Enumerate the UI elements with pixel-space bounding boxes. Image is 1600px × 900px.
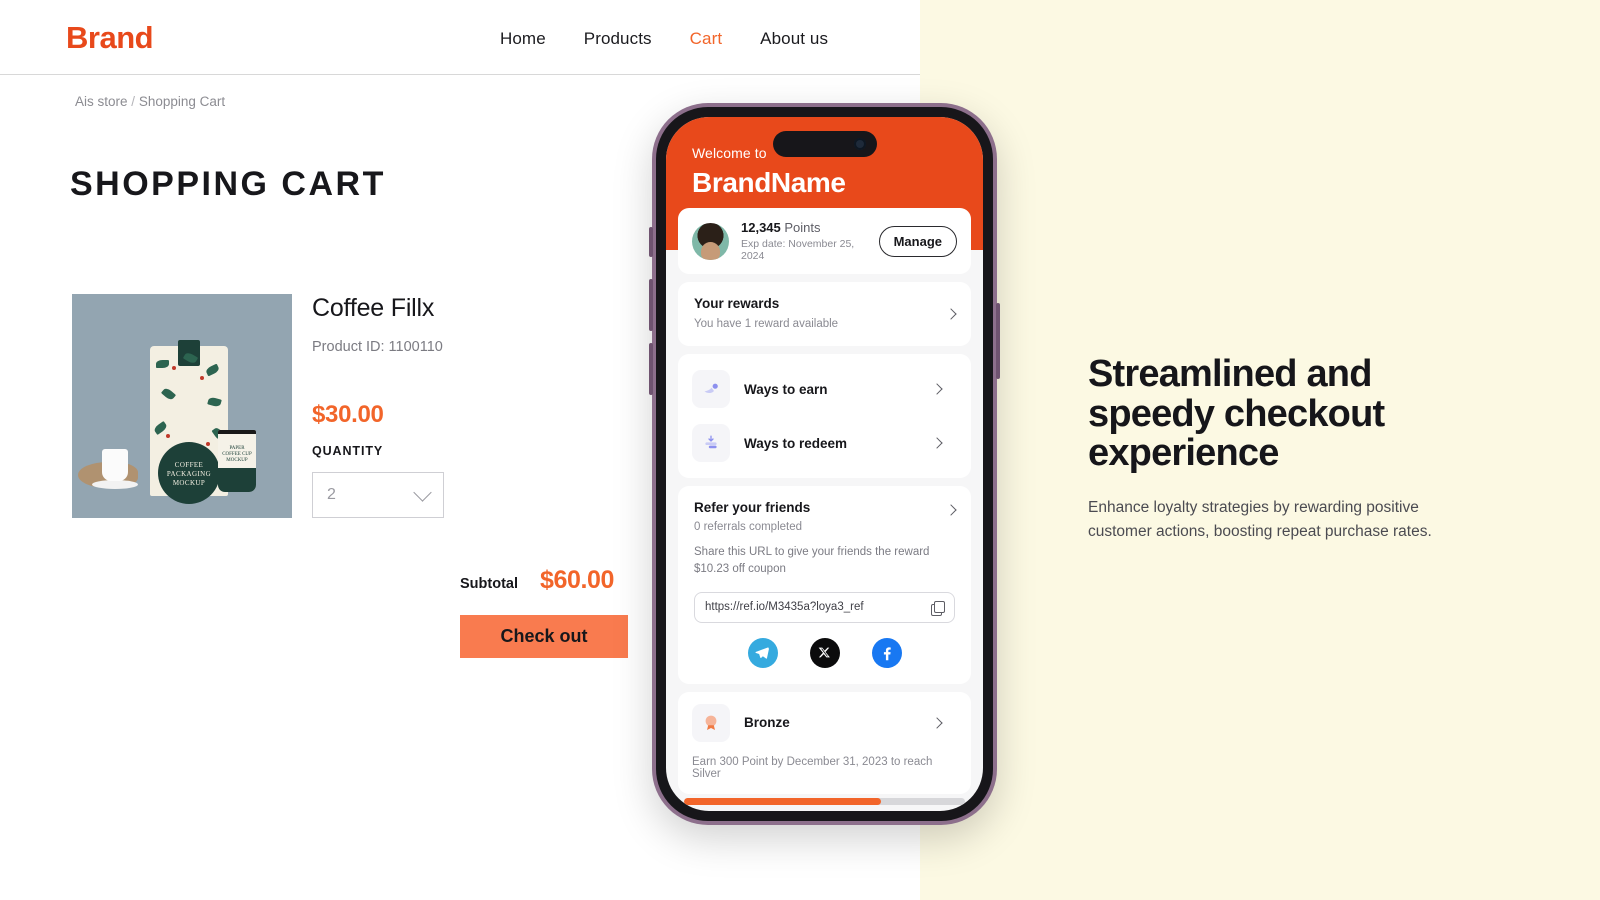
- product-image-label: COFFEE PACKAGING MOCKUP: [158, 442, 220, 504]
- page-root: Streamlined and speedy checkout experien…: [0, 0, 1600, 900]
- breadcrumb-current: Shopping Cart: [138, 94, 226, 109]
- product-image-paper-cup: PAPER COFFEE CUP MOCKUP: [218, 430, 256, 492]
- phone-mockup: Welcome to BrandName 12,345 Points Exp d…: [649, 103, 1000, 825]
- checkout-button[interactable]: Check out: [460, 615, 628, 658]
- phone-volume-up-button[interactable]: [649, 279, 653, 331]
- refer-subtitle: 0 referrals completed: [694, 521, 803, 533]
- bronze-badge-icon: [692, 703, 730, 742]
- tier-label: Bronze: [744, 715, 790, 730]
- subtotal-row: Subtotal $60.00: [460, 566, 628, 595]
- referral-url-field[interactable]: https://ref.io/M3435a?loya3_ref: [694, 591, 955, 623]
- product-image-saucer: [92, 480, 138, 489]
- order-summary: Subtotal $60.00 Check out: [460, 566, 628, 658]
- points-text: 12,345 Points Exp date: November 25, 202…: [741, 220, 867, 262]
- app-brand-name: BrandName: [692, 167, 846, 198]
- phone-power-button[interactable]: [996, 303, 1000, 379]
- tier-progress-bar: [684, 798, 965, 805]
- earn-icon: [692, 370, 730, 408]
- brand-logo[interactable]: Brand: [66, 20, 154, 56]
- phone-screen: Welcome to BrandName 12,345 Points Exp d…: [666, 117, 983, 811]
- social-share-row: [694, 637, 955, 668]
- tier-card: Bronze Earn 300 Point by December 31, 20…: [678, 691, 971, 794]
- phone-bezel: Welcome to BrandName 12,345 Points Exp d…: [656, 107, 993, 821]
- subtotal-label: Subtotal: [460, 576, 518, 592]
- tier-progress-fill: [684, 798, 881, 805]
- points-amount-row: 12,345 Points: [741, 220, 867, 235]
- front-camera-icon: [853, 138, 866, 150]
- main-nav: Home Products Cart About us: [500, 29, 828, 49]
- telegram-icon[interactable]: [747, 637, 778, 668]
- ways-to-earn-label: Ways to earn: [744, 381, 828, 397]
- chevron-right-icon: [931, 437, 943, 449]
- points-expiry: Exp date: November 25, 2024: [741, 238, 855, 262]
- subtotal-value: $60.00: [540, 566, 615, 594]
- product-image-bag: COFFEE PACKAGING MOCKUP: [150, 340, 228, 504]
- top-navigation-bar: Brand Home Products Cart About us: [0, 0, 920, 75]
- chevron-right-icon: [931, 716, 943, 729]
- x-twitter-icon[interactable]: [809, 637, 840, 668]
- points-amount: 12,345: [741, 220, 781, 235]
- page-title: SHOPPING CART: [70, 165, 386, 203]
- ways-card: Ways to earn Ways to redeem: [678, 354, 971, 478]
- refer-friends-card: Refer your friends 0 referrals completed…: [678, 486, 971, 684]
- breadcrumb: Ais store / Shopping Cart: [75, 94, 225, 109]
- ways-to-redeem-label: Ways to redeem: [744, 435, 848, 451]
- product-image-espresso-cup: [102, 449, 128, 481]
- phone-silent-switch[interactable]: [649, 227, 653, 257]
- nav-item-products[interactable]: Products: [584, 29, 652, 49]
- quantity-select[interactable]: 2: [312, 472, 444, 518]
- facebook-icon[interactable]: [871, 637, 902, 668]
- referral-url-value: https://ref.io/M3435a?loya3_ref: [705, 601, 864, 613]
- manage-button[interactable]: Manage: [878, 225, 957, 257]
- your-rewards-subtitle: You have 1 reward available: [694, 318, 839, 330]
- chevron-right-icon: [931, 383, 943, 395]
- product-image: COFFEE PACKAGING MOCKUP PAPER COFFEE CUP…: [72, 294, 292, 518]
- your-rewards-title: Your rewards: [694, 296, 780, 311]
- your-rewards-card[interactable]: Your rewards You have 1 reward available: [678, 282, 971, 346]
- nav-item-home[interactable]: Home: [500, 29, 546, 49]
- promo-content: Streamlined and speedy checkout experien…: [1088, 353, 1488, 544]
- tier-row[interactable]: Bronze: [692, 703, 957, 742]
- promo-subtitle: Enhance loyalty strategies by rewarding …: [1088, 498, 1432, 540]
- refer-title: Refer your friends: [694, 500, 811, 515]
- promo-title: Streamlined and speedy checkout experien…: [1088, 353, 1385, 475]
- promo-panel: Streamlined and speedy checkout experien…: [920, 0, 1600, 900]
- points-card: 12,345 Points Exp date: November 25, 202…: [678, 208, 971, 274]
- ways-to-redeem-row[interactable]: Ways to redeem: [692, 416, 957, 470]
- breadcrumb-root[interactable]: Ais store: [75, 94, 128, 109]
- dynamic-island: [772, 131, 877, 157]
- points-unit: Points: [784, 220, 821, 235]
- redeem-icon: [692, 424, 730, 462]
- breadcrumb-separator: /: [131, 94, 136, 109]
- chevron-down-icon: [413, 483, 432, 502]
- phone-volume-down-button[interactable]: [649, 343, 653, 395]
- nav-item-cart[interactable]: Cart: [690, 29, 723, 49]
- nav-item-about-us[interactable]: About us: [760, 29, 828, 49]
- avatar: [692, 222, 729, 260]
- quantity-value: 2: [327, 486, 336, 503]
- tier-progress-note: Earn 300 Point by December 31, 2023 to r…: [692, 755, 933, 780]
- ways-to-earn-row[interactable]: Ways to earn: [692, 362, 957, 416]
- copy-icon[interactable]: [931, 600, 945, 616]
- refer-description: Share this URL to give your friends the …: [694, 546, 930, 576]
